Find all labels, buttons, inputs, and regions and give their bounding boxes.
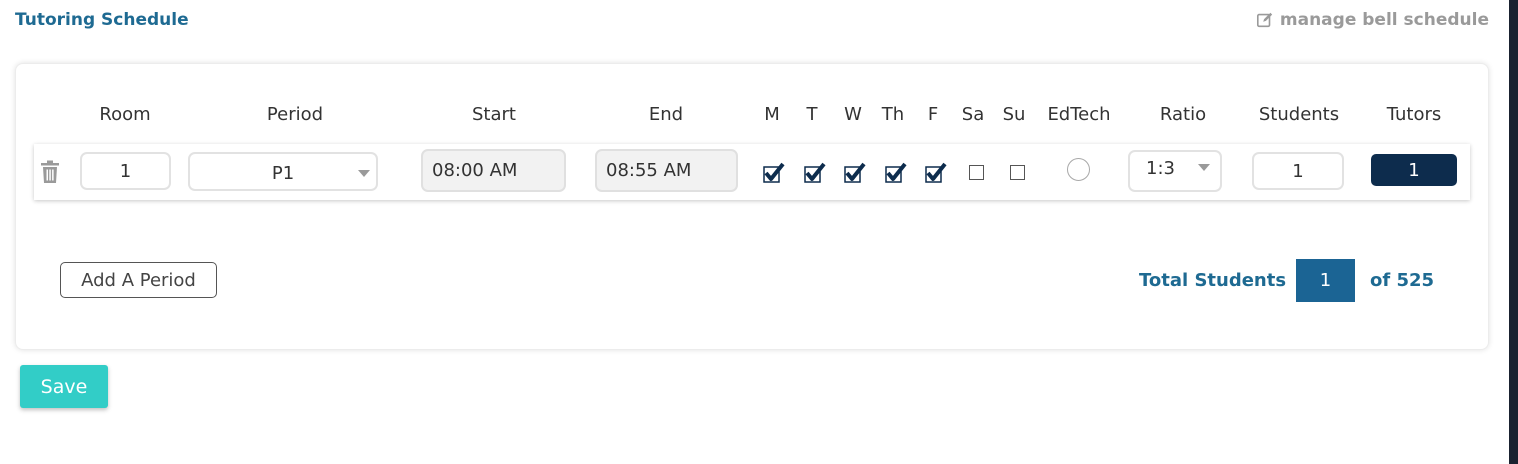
period-select[interactable]: P1 <box>188 152 378 191</box>
page-title: Tutoring Schedule <box>15 10 189 30</box>
column-header-th: Th <box>881 104 905 125</box>
column-header-sa: Sa <box>961 104 985 125</box>
caret-down-icon <box>358 170 370 177</box>
save-button[interactable]: Save <box>20 365 108 408</box>
period-value: P1 <box>271 163 295 184</box>
tutors-input[interactable]: 1 <box>1371 154 1457 186</box>
trash-icon[interactable] <box>40 160 60 184</box>
room-input[interactable]: 1 <box>80 152 171 190</box>
checkbox-th[interactable] <box>885 162 907 184</box>
edit-icon <box>1256 12 1273 28</box>
column-header-students: Students <box>1258 104 1340 125</box>
column-header-t: T <box>806 104 818 125</box>
add-period-button[interactable]: Add A Period <box>60 262 217 298</box>
column-header-w: W <box>844 104 862 125</box>
column-header-m: M <box>764 104 780 125</box>
checkbox-w[interactable] <box>844 162 866 184</box>
students-input[interactable]: 1 <box>1252 152 1344 190</box>
total-students-label: Total Students <box>1139 270 1287 291</box>
column-header-su: Su <box>1002 104 1026 125</box>
end-time-field[interactable]: 08:55 AM <box>595 149 738 192</box>
total-students-of: of 525 <box>1370 270 1435 291</box>
table-row: 1 P1 08:00 AM 08:55 AM 1:3 1 1 <box>34 144 1470 200</box>
column-header-f: F <box>927 104 939 125</box>
checkbox-f[interactable] <box>925 162 947 184</box>
column-header-room: Room <box>99 104 151 125</box>
manage-bell-schedule-label: manage bell schedule <box>1279 10 1489 30</box>
column-header-start: Start <box>472 104 516 125</box>
caret-down-icon <box>1198 164 1210 171</box>
column-header-period: Period <box>266 104 324 125</box>
manage-bell-schedule-link[interactable]: manage bell schedule <box>1256 10 1489 30</box>
ratio-select[interactable]: 1:3 <box>1128 150 1222 192</box>
start-time-field[interactable]: 08:00 AM <box>421 149 566 192</box>
column-header-tutors: Tutors <box>1386 104 1442 125</box>
schedule-card: Room Period Start End M T W Th F Sa Su E… <box>15 63 1489 350</box>
scrollbar[interactable] <box>1509 0 1518 464</box>
edtech-radio[interactable] <box>1067 158 1090 181</box>
column-header-end: End <box>648 104 684 125</box>
checkbox-su[interactable] <box>1010 165 1025 180</box>
checkbox-sa[interactable] <box>969 165 984 180</box>
checkbox-t[interactable] <box>804 162 826 184</box>
column-header-ratio: Ratio <box>1159 104 1207 125</box>
column-header-edtech: EdTech <box>1047 104 1111 125</box>
checkbox-m[interactable] <box>763 162 785 184</box>
ratio-value: 1:3 <box>1146 157 1175 179</box>
total-students-value: 1 <box>1296 259 1355 302</box>
